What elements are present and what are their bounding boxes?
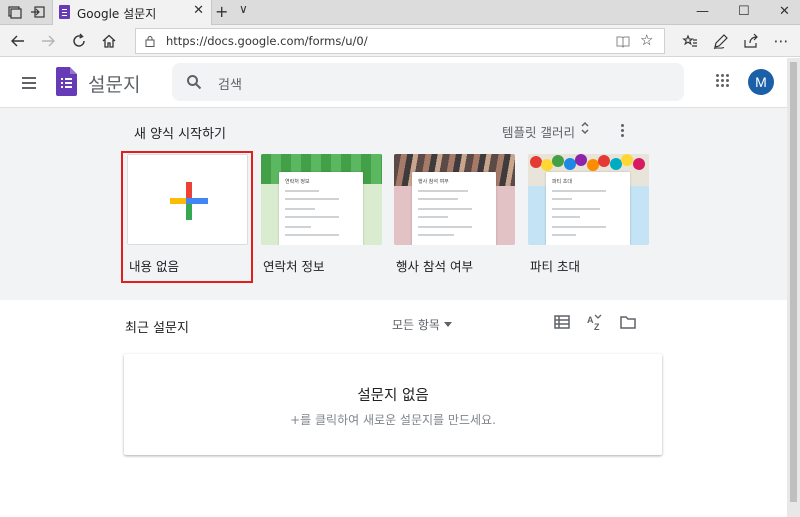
template-thumbnail[interactable]: 행사 참석 여부 [394,154,515,245]
reading-view-icon[interactable] [616,34,630,48]
template-thumbnail[interactable]: 연락처 정보 [261,154,382,245]
template-event-rsvp[interactable]: 행사 참석 여부 행사 참석 여부 [394,154,515,275]
template-label: 파티 초대 [530,259,580,274]
template-sheet-title: 행사 참석 여부 [418,179,449,185]
search-icon[interactable] [186,74,202,90]
template-sheet: 행사 참석 여부 [412,172,496,245]
share-icon[interactable] [742,32,760,50]
owner-filter-label: 모든 항목 [392,318,440,332]
main-menu-icon[interactable] [22,77,36,89]
empty-state-title: 설문지 없음 [357,388,429,404]
browser-tab-bar: Google 설문지 ✕ + ∨ — ☐ ✕ [0,0,800,25]
owner-filter-dropdown[interactable]: 모든 항목 [392,316,452,333]
google-apps-icon[interactable] [716,74,730,88]
template-thumbnail[interactable] [127,154,248,245]
template-label: 내용 없음 [129,259,179,274]
new-tab-button[interactable]: + [215,2,228,21]
unfold-icon [581,121,589,135]
start-new-form-heading: 새 양식 시작하기 [134,127,226,142]
forward-arrow-icon[interactable] [39,32,57,50]
app-header: 설문지 검색 M [0,58,787,108]
template-sheet-title: 연락처 정보 [285,179,310,185]
template-label: 행사 참석 여부 [396,259,473,274]
sort-az-icon[interactable]: A Z [586,313,604,331]
tab-actions-icon[interactable] [7,4,23,20]
browser-tab-google-forms[interactable]: Google 설문지 ✕ [52,0,212,25]
plus-icon [170,182,208,220]
template-sheet: 연락처 정보 [279,172,363,245]
tab-close-icon[interactable]: ✕ [193,3,204,18]
template-gallery-button[interactable]: 템플릿 갤러리 [502,121,589,141]
set-aside-tabs-icon[interactable] [30,4,46,20]
minimize-button[interactable]: — [696,4,709,19]
notes-pen-icon[interactable] [712,32,730,50]
template-thumbnail[interactable]: 파티 초대 [528,154,649,245]
recent-forms-heading: 최근 설문지 [125,321,189,336]
svg-text:A: A [587,315,594,325]
template-party-invite[interactable]: 파티 초대 파티 초대 [528,154,649,275]
refresh-icon[interactable] [70,32,88,50]
back-arrow-icon[interactable] [9,32,27,50]
url-text[interactable]: https://docs.google.com/forms/u/0/ [166,34,368,48]
more-options-icon[interactable]: ⋯ [772,32,790,50]
app-title[interactable]: 설문지 [88,70,140,97]
tab-title: Google 설문지 [77,7,157,21]
tab-list-chevron-icon[interactable]: ∨ [239,2,248,16]
empty-state-subtitle: +를 클릭하여 새로운 설문지를 만드세요. [290,413,496,427]
template-sheet-title: 파티 초대 [552,179,572,185]
browser-navigation-bar: https://docs.google.com/forms/u/0/ ☆ ⋯ [0,25,800,57]
search-input[interactable]: 검색 [218,74,242,93]
close-window-button[interactable]: ✕ [779,4,790,19]
account-avatar[interactable]: M [748,69,774,95]
template-label: 연락처 정보 [263,259,325,274]
scrollbar-thumb[interactable] [790,62,797,502]
forms-logo-icon[interactable] [56,67,77,96]
template-blank[interactable]: 내용 없음 [127,154,248,275]
home-icon[interactable] [100,32,118,50]
forms-favicon-icon [59,5,70,19]
file-picker-folder-icon[interactable] [619,313,637,331]
maximize-button[interactable]: ☐ [738,4,750,19]
template-gallery-label: 템플릿 갤러리 [502,125,575,140]
empty-forms-card: 설문지 없음 +를 클릭하여 새로운 설문지를 만드세요. [124,354,662,455]
svg-text:Z: Z [594,322,600,331]
favorite-star-icon[interactable]: ☆ [640,31,653,49]
page-scrollbar[interactable] [787,58,800,517]
template-sheet: 파티 초대 [546,172,630,245]
template-gallery-section: 새 양식 시작하기 템플릿 갤러리 내용 없음 연락처 정보 연락처 정보 행사… [0,108,787,300]
list-view-icon[interactable] [553,313,571,331]
address-bar[interactable]: https://docs.google.com/forms/u/0/ ☆ [135,28,665,54]
lock-icon [145,36,155,47]
favorites-hub-icon[interactable] [681,32,699,50]
dropdown-caret-icon [443,322,452,327]
gallery-more-options-icon[interactable] [621,124,625,138]
search-bar[interactable]: 검색 [172,63,684,101]
template-contact-info[interactable]: 연락처 정보 연락처 정보 [261,154,382,275]
